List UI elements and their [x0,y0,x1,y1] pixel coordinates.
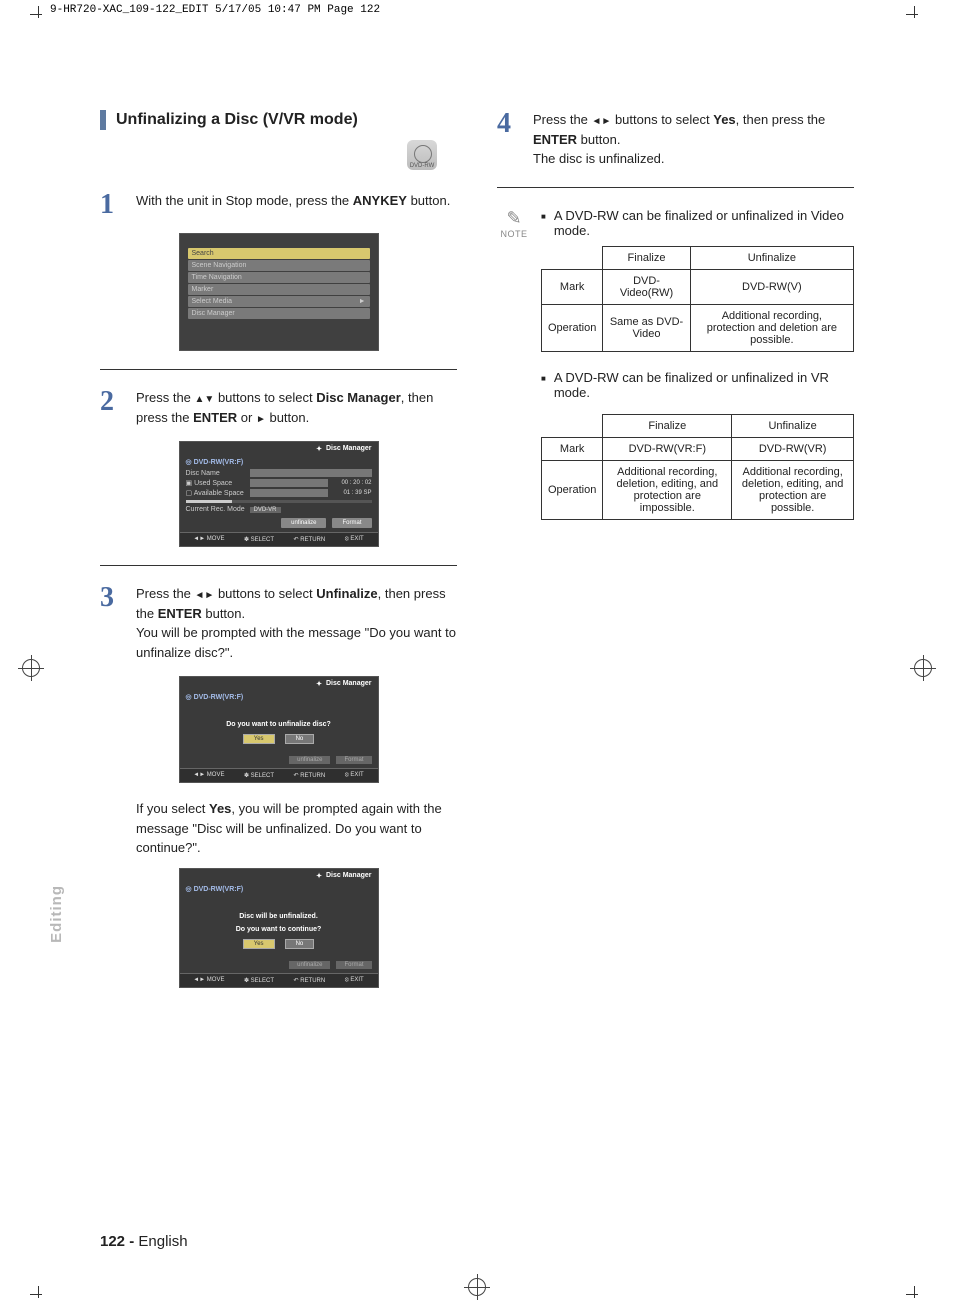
divider [100,565,457,566]
crop-mark [30,6,48,24]
row-mark: Mark [542,269,603,304]
menu-item: Search [188,248,370,259]
right-arrow-icon [256,410,266,425]
dialog-message: Do you want to unfinalize disc? [190,721,368,728]
osd-media: DVD-RW(VR:F) [194,459,244,466]
row-operation: Operation [542,304,603,351]
table-video-mode: Finalize Unfinalize Mark DVD-Video(RW) D… [541,246,854,352]
dialog-yes: Yes [243,734,275,744]
osd-dialog-continue: ✦Disc Manager ◎ DVD-RW(VR:F) Disc will b… [179,868,379,988]
dvd-rw-icon: DVD-RW [407,140,437,170]
dialog-no: No [285,939,315,949]
section-heading: Unfinalizing a Disc (V/VR mode) [100,110,457,130]
note-bullet: ■ A DVD-RW can be finalized or unfinaliz… [541,208,854,238]
note-bullet: ■ A DVD-RW can be finalized or unfinaliz… [541,370,854,400]
col-finalize: Finalize [603,414,732,437]
step-text: Press the buttons to select Unfinalize, … [136,584,457,662]
cell: DVD-Video(RW) [603,269,690,304]
step-1: 1 With the unit in Stop mode, press the … [100,191,457,219]
osd-btn-unfinalize: unfinalize [281,518,326,528]
menu-item: Marker [188,284,370,295]
step-number: 1 [100,191,124,219]
cell: Additional recording, deletion, editing,… [732,460,854,519]
crop-mark [906,1286,924,1304]
cell: DVD-RW(V) [690,269,853,304]
up-down-arrow-icon [195,390,215,405]
osd-anykey-menu: Search Scene Navigation Time Navigation … [179,233,379,351]
step-3: 3 Press the buttons to select Unfinalize… [100,584,457,662]
cell: Additional recording, deletion, editing,… [603,460,732,519]
step-number: 4 [497,110,521,169]
left-right-arrow-icon [195,586,215,601]
osd-disc-manager: ✦Disc Manager ◎ DVD-RW(VR:F) Disc Name ▣… [179,441,379,547]
section-title: Unfinalizing a Disc (V/VR mode) [116,111,358,129]
crop-mark [30,1286,48,1304]
step-number: 2 [100,388,124,427]
step-4: 4 Press the buttons to select Yes, then … [497,110,854,169]
row-mark: Mark [542,437,603,460]
left-right-arrow-icon [592,112,612,127]
dialog-message-2: Do you want to continue? [190,926,368,933]
osd-title: Disc Manager [326,445,372,453]
table-vr-mode: Finalize Unfinalize Mark DVD-RW(VR:F) DV… [541,414,854,520]
heading-accent-bar [100,110,106,130]
crop-mark [906,6,924,24]
page-footer: 122 - English [100,1233,188,1250]
dialog-yes: Yes [243,939,275,949]
step-text: With the unit in Stop mode, press the AN… [136,191,450,219]
menu-item: Scene Navigation [188,260,370,271]
step-text: Press the buttons to select Disc Manager… [136,388,457,427]
step-2: 2 Press the buttons to select Disc Manag… [100,388,457,427]
divider [100,369,457,370]
col-unfinalize: Unfinalize [690,246,853,269]
step-3-followup: If you select Yes, you will be prompted … [136,799,457,858]
step-text: Press the buttons to select Yes, then pr… [533,110,854,169]
note-icon: ✎ NOTE [497,208,531,538]
dialog-no: No [285,734,315,744]
menu-item: Time Navigation [188,272,370,283]
cell: DVD-RW(VR:F) [603,437,732,460]
dialog-message-1: Disc will be unfinalized. [190,913,368,920]
note-block: ✎ NOTE ■ A DVD-RW can be finalized or un… [497,208,854,538]
row-operation: Operation [542,460,603,519]
menu-item: Select Media► [188,296,370,307]
col-unfinalize: Unfinalize [732,414,854,437]
print-job-header: 9-HR720-XAC_109-122_EDIT 5/17/05 10:47 P… [50,4,380,16]
step-number: 3 [100,584,124,662]
col-finalize: Finalize [603,246,690,269]
osd-btn-format: Format [332,518,371,528]
menu-item: Disc Manager [188,308,370,319]
osd-dialog-unfinalize: ✦Disc Manager ◎ DVD-RW(VR:F) Do you want… [179,676,379,783]
cell: Same as DVD-Video [603,304,690,351]
divider [497,187,854,188]
cell: Additional recording, protection and del… [690,304,853,351]
cell: DVD-RW(VR) [732,437,854,460]
